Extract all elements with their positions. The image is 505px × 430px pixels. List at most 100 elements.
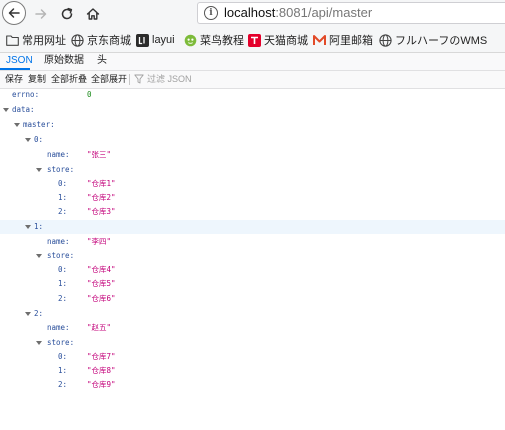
json-value: "赵五" <box>87 323 112 332</box>
aliyun-mail-icon <box>313 34 326 47</box>
expand-toggle-icon[interactable] <box>25 225 31 229</box>
action-divider <box>129 74 130 85</box>
expand-toggle-icon[interactable] <box>36 254 42 258</box>
tree-row-store-entry: 2: "仓库6" <box>0 292 505 306</box>
json-key: 2: <box>34 309 44 318</box>
bookmark-jd[interactable]: 京东商城 <box>71 32 131 48</box>
filter-json-input[interactable]: 过滤 JSON <box>134 71 192 87</box>
json-key: name: <box>47 150 70 159</box>
json-key: 0: <box>58 265 68 274</box>
json-action-bar: 保存 复制 全部折叠 全部展开 过滤 JSON <box>0 71 505 89</box>
bookmark-common-sites[interactable]: 常用网址 <box>6 32 66 48</box>
bookmark-label: 菜鸟教程 <box>200 35 244 47</box>
browser-window: i localhost:8081/api/master 常用网址 京东商城 la… <box>0 0 505 430</box>
json-key: 0: <box>34 135 44 144</box>
json-key: 1: <box>58 193 68 202</box>
expand-toggle-icon[interactable] <box>36 341 42 345</box>
browser-toolbar: i localhost:8081/api/master <box>0 0 505 28</box>
url-path: :8081/api/master <box>275 5 373 20</box>
tab-label: 原始数据 <box>44 55 84 66</box>
address-bar[interactable]: i localhost:8081/api/master <box>197 2 505 24</box>
globe-icon <box>379 33 392 47</box>
layui-icon <box>136 33 149 47</box>
json-tree: errno: 0 data: master: 0: name: "张三" sto… <box>0 88 505 430</box>
json-value: "仓库4" <box>87 265 116 274</box>
json-key: store: <box>47 251 75 260</box>
tab-headers[interactable]: 头 <box>97 53 107 69</box>
bookmark-aliyun-mail[interactable]: 阿里邮箱 <box>313 32 373 48</box>
tree-row-store[interactable]: store: <box>0 249 505 263</box>
bookmark-label: 京东商城 <box>87 35 131 47</box>
expand-toggle-icon[interactable] <box>14 123 20 127</box>
globe-icon <box>71 33 84 47</box>
tab-raw-data[interactable]: 原始数据 <box>44 53 84 69</box>
reload-button[interactable] <box>56 3 78 25</box>
bookmark-label: layui <box>152 34 175 46</box>
json-value: "仓库7" <box>87 352 116 361</box>
site-info-icon[interactable]: i <box>204 6 218 20</box>
json-key: store: <box>47 165 75 174</box>
bookmark-runoob[interactable]: 菜鸟教程 <box>184 32 244 48</box>
expand-toggle-icon[interactable] <box>36 168 42 172</box>
bookmark-label: 天猫商城 <box>264 35 308 47</box>
json-key: data: <box>12 105 35 114</box>
folder-icon <box>6 34 19 47</box>
json-value: "仓库2" <box>87 193 116 202</box>
json-key: store: <box>47 338 75 347</box>
tree-row-store[interactable]: store: <box>0 336 505 350</box>
json-key: errno: <box>12 90 40 99</box>
bookmark-layui[interactable]: layui <box>136 32 175 48</box>
tree-row-data[interactable]: data: <box>0 103 505 117</box>
expand-toggle-icon[interactable] <box>3 108 9 112</box>
collapse-all-button[interactable]: 全部折叠 <box>51 71 87 87</box>
tab-label: 头 <box>97 55 107 66</box>
json-key: master: <box>23 120 55 129</box>
json-value: "仓库5" <box>87 279 116 288</box>
tree-row-name: name: "李四" <box>0 235 505 249</box>
tab-json[interactable]: JSON <box>6 53 33 69</box>
forward-arrow-icon <box>35 9 47 19</box>
json-value: "仓库6" <box>87 294 116 303</box>
url-text: localhost:8081/api/master <box>224 5 372 20</box>
back-arrow-icon <box>8 8 20 18</box>
tree-row-store-entry: 0: "仓库1" <box>0 177 505 191</box>
save-button[interactable]: 保存 <box>5 71 23 87</box>
expand-all-button[interactable]: 全部展开 <box>91 71 127 87</box>
tree-row-store-entry: 2: "仓库3" <box>0 205 505 219</box>
json-key: name: <box>47 323 70 332</box>
json-key: 2: <box>58 207 68 216</box>
tree-row-item[interactable]: 2: <box>0 307 505 321</box>
expand-toggle-icon[interactable] <box>25 312 31 316</box>
json-key: 2: <box>58 294 68 303</box>
bookmark-wms[interactable]: フルハーフのWMS <box>379 32 487 48</box>
tree-row-name: name: "赵五" <box>0 321 505 335</box>
tree-row-store[interactable]: store: <box>0 163 505 177</box>
bookmark-tmall[interactable]: 天猫商城 <box>248 32 308 48</box>
tree-row-master[interactable]: master: <box>0 118 505 132</box>
json-key: 2: <box>58 380 68 389</box>
tree-row-item[interactable]: 1: <box>0 220 505 234</box>
json-value: "仓库1" <box>87 179 116 188</box>
home-button[interactable] <box>82 3 104 25</box>
json-value: "张三" <box>87 150 112 159</box>
forward-button[interactable] <box>30 3 52 25</box>
tree-row-name: name: "张三" <box>0 148 505 162</box>
tab-label: JSON <box>6 55 33 66</box>
tree-row-item[interactable]: 0: <box>0 133 505 147</box>
reload-icon <box>61 7 73 20</box>
json-key: 0: <box>58 352 68 361</box>
bookmark-label: 阿里邮箱 <box>329 35 373 47</box>
tree-row-store-entry: 1: "仓库5" <box>0 277 505 291</box>
json-key: 1: <box>58 366 68 375</box>
json-viewer-tabs: JSON 原始数据 头 <box>0 53 505 71</box>
json-key: 0: <box>58 179 68 188</box>
back-button[interactable] <box>2 1 26 25</box>
tree-row-store-entry: 0: "仓库7" <box>0 350 505 364</box>
tree-row-store-entry: 0: "仓库4" <box>0 263 505 277</box>
copy-button[interactable]: 复制 <box>28 71 46 87</box>
json-value: 0 <box>87 90 92 99</box>
expand-toggle-icon[interactable] <box>25 138 31 142</box>
json-value: "李四" <box>87 237 112 246</box>
bookmarks-bar: 常用网址 京东商城 layui 菜鸟教程 天猫商城 阿里邮箱 フルハーフのWMS <box>0 28 505 53</box>
tree-row-store-entry: 1: "仓库8" <box>0 364 505 378</box>
